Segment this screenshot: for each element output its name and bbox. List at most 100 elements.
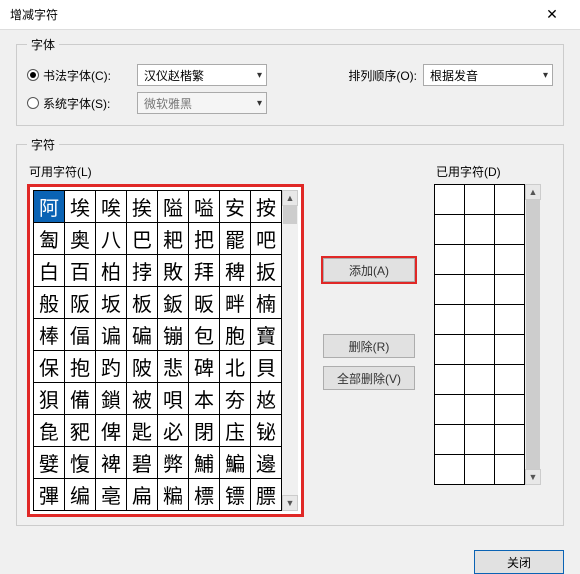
char-cell[interactable]: 北 (220, 351, 251, 383)
char-cell[interactable] (465, 215, 495, 245)
char-cell[interactable]: 保 (34, 351, 65, 383)
char-cell[interactable] (465, 245, 495, 275)
char-cell[interactable] (435, 335, 465, 365)
char-cell[interactable]: 巴 (127, 223, 158, 255)
char-cell[interactable]: 亳 (96, 479, 127, 511)
char-cell[interactable]: 俾 (96, 415, 127, 447)
char-cell[interactable]: 埃 (65, 191, 96, 223)
char-cell[interactable]: 阿 (34, 191, 65, 223)
char-cell[interactable]: 把 (189, 223, 220, 255)
char-cell[interactable]: 悲 (158, 351, 189, 383)
char-cell[interactable] (495, 425, 525, 455)
char-cell[interactable]: 扳 (251, 255, 282, 287)
char-cell[interactable]: 寶 (251, 319, 282, 351)
char-cell[interactable] (465, 305, 495, 335)
char-cell[interactable] (465, 275, 495, 305)
char-cell[interactable]: 趵 (96, 351, 127, 383)
char-cell[interactable] (465, 185, 495, 215)
char-cell[interactable]: 狽 (34, 383, 65, 415)
char-cell[interactable]: 愎 (65, 447, 96, 479)
char-cell[interactable] (435, 185, 465, 215)
sort-order-select[interactable]: 根据发音 ▾ (423, 64, 553, 86)
char-cell[interactable]: 鯿 (220, 447, 251, 479)
char-cell[interactable]: 匙 (127, 415, 158, 447)
char-cell[interactable]: 豝 (65, 415, 96, 447)
char-cell[interactable]: 柏 (96, 255, 127, 287)
char-cell[interactable]: 棒 (34, 319, 65, 351)
scroll-thumb[interactable] (283, 206, 297, 224)
char-cell[interactable]: 八 (96, 223, 127, 255)
char-cell[interactable]: 必 (158, 415, 189, 447)
char-cell[interactable]: 被 (127, 383, 158, 415)
char-cell[interactable] (495, 395, 525, 425)
char-cell[interactable] (495, 335, 525, 365)
char-cell[interactable]: 奿 (251, 383, 282, 415)
char-cell[interactable] (435, 365, 465, 395)
char-cell[interactable]: 偪 (65, 319, 96, 351)
char-cell[interactable]: 唄 (158, 383, 189, 415)
char-cell[interactable]: 畔 (220, 287, 251, 319)
close-button[interactable]: 关闭 (474, 550, 564, 574)
char-cell[interactable] (465, 455, 495, 485)
remove-all-button[interactable]: 全部删除(V) (323, 366, 415, 390)
scroll-down-icon[interactable]: ▼ (525, 469, 541, 485)
char-cell[interactable] (435, 305, 465, 335)
available-char-grid[interactable]: 阿埃唉挨隘嗌安按㔩奥八巴耙把罷吧白百柏挬敗拜稗扳般阪坂板鈑昄畔楠棒偪谝碥镚包胞寶… (33, 190, 282, 511)
char-cell[interactable]: 楠 (251, 287, 282, 319)
char-cell[interactable]: 裨 (96, 447, 127, 479)
char-cell[interactable] (435, 455, 465, 485)
char-cell[interactable]: 胞 (220, 319, 251, 351)
char-cell[interactable]: 夯 (220, 383, 251, 415)
char-cell[interactable]: 本 (189, 383, 220, 415)
char-cell[interactable] (495, 365, 525, 395)
remove-button[interactable]: 删除(R) (323, 334, 415, 358)
char-cell[interactable] (465, 425, 495, 455)
char-cell[interactable]: 罷 (220, 223, 251, 255)
char-cell[interactable] (495, 185, 525, 215)
char-cell[interactable]: 彃 (34, 479, 65, 511)
char-cell[interactable]: 邊 (251, 447, 282, 479)
char-cell[interactable]: 陂 (127, 351, 158, 383)
char-cell[interactable]: 包 (189, 319, 220, 351)
char-cell[interactable]: 扁 (127, 479, 158, 511)
char-cell[interactable]: 谝 (96, 319, 127, 351)
char-cell[interactable]: 標 (189, 479, 220, 511)
available-scrollbar[interactable]: ▲ ▼ (282, 190, 298, 511)
scroll-up-icon[interactable]: ▲ (282, 190, 298, 206)
char-cell[interactable] (435, 395, 465, 425)
calligraphy-font-select[interactable]: 汉仪赵楷繁 ▾ (137, 64, 267, 86)
char-cell[interactable]: 挬 (127, 255, 158, 287)
char-cell[interactable]: 碥 (127, 319, 158, 351)
calligraphy-font-radio[interactable]: 书法字体(C): (27, 67, 127, 84)
char-cell[interactable]: 鈑 (158, 287, 189, 319)
char-cell[interactable] (465, 395, 495, 425)
char-cell[interactable]: 阪 (65, 287, 96, 319)
char-cell[interactable]: 般 (34, 287, 65, 319)
char-cell[interactable]: 按 (251, 191, 282, 223)
char-cell[interactable]: 昄 (189, 287, 220, 319)
char-cell[interactable]: 敗 (158, 255, 189, 287)
char-cell[interactable]: 唉 (96, 191, 127, 223)
char-cell[interactable]: 镖 (220, 479, 251, 511)
char-cell[interactable]: 貝 (251, 351, 282, 383)
window-close-button[interactable]: ✕ (532, 6, 572, 23)
char-cell[interactable]: 铋 (251, 415, 282, 447)
add-button[interactable]: 添加(A) (323, 258, 415, 282)
char-cell[interactable]: 稗 (220, 255, 251, 287)
char-cell[interactable]: 编 (65, 479, 96, 511)
scroll-thumb[interactable] (526, 200, 540, 469)
char-cell[interactable] (465, 335, 495, 365)
char-cell[interactable]: 糄 (158, 479, 189, 511)
char-cell[interactable]: 抱 (65, 351, 96, 383)
char-cell[interactable]: 坂 (96, 287, 127, 319)
char-cell[interactable]: 白 (34, 255, 65, 287)
char-cell[interactable] (435, 425, 465, 455)
char-cell[interactable]: 奥 (65, 223, 96, 255)
char-cell[interactable]: 閉 (189, 415, 220, 447)
scroll-up-icon[interactable]: ▲ (525, 184, 541, 200)
char-cell[interactable]: 鯆 (189, 447, 220, 479)
char-cell[interactable]: 百 (65, 255, 96, 287)
char-cell[interactable] (465, 365, 495, 395)
char-cell[interactable] (495, 245, 525, 275)
char-cell[interactable]: 嗌 (189, 191, 220, 223)
